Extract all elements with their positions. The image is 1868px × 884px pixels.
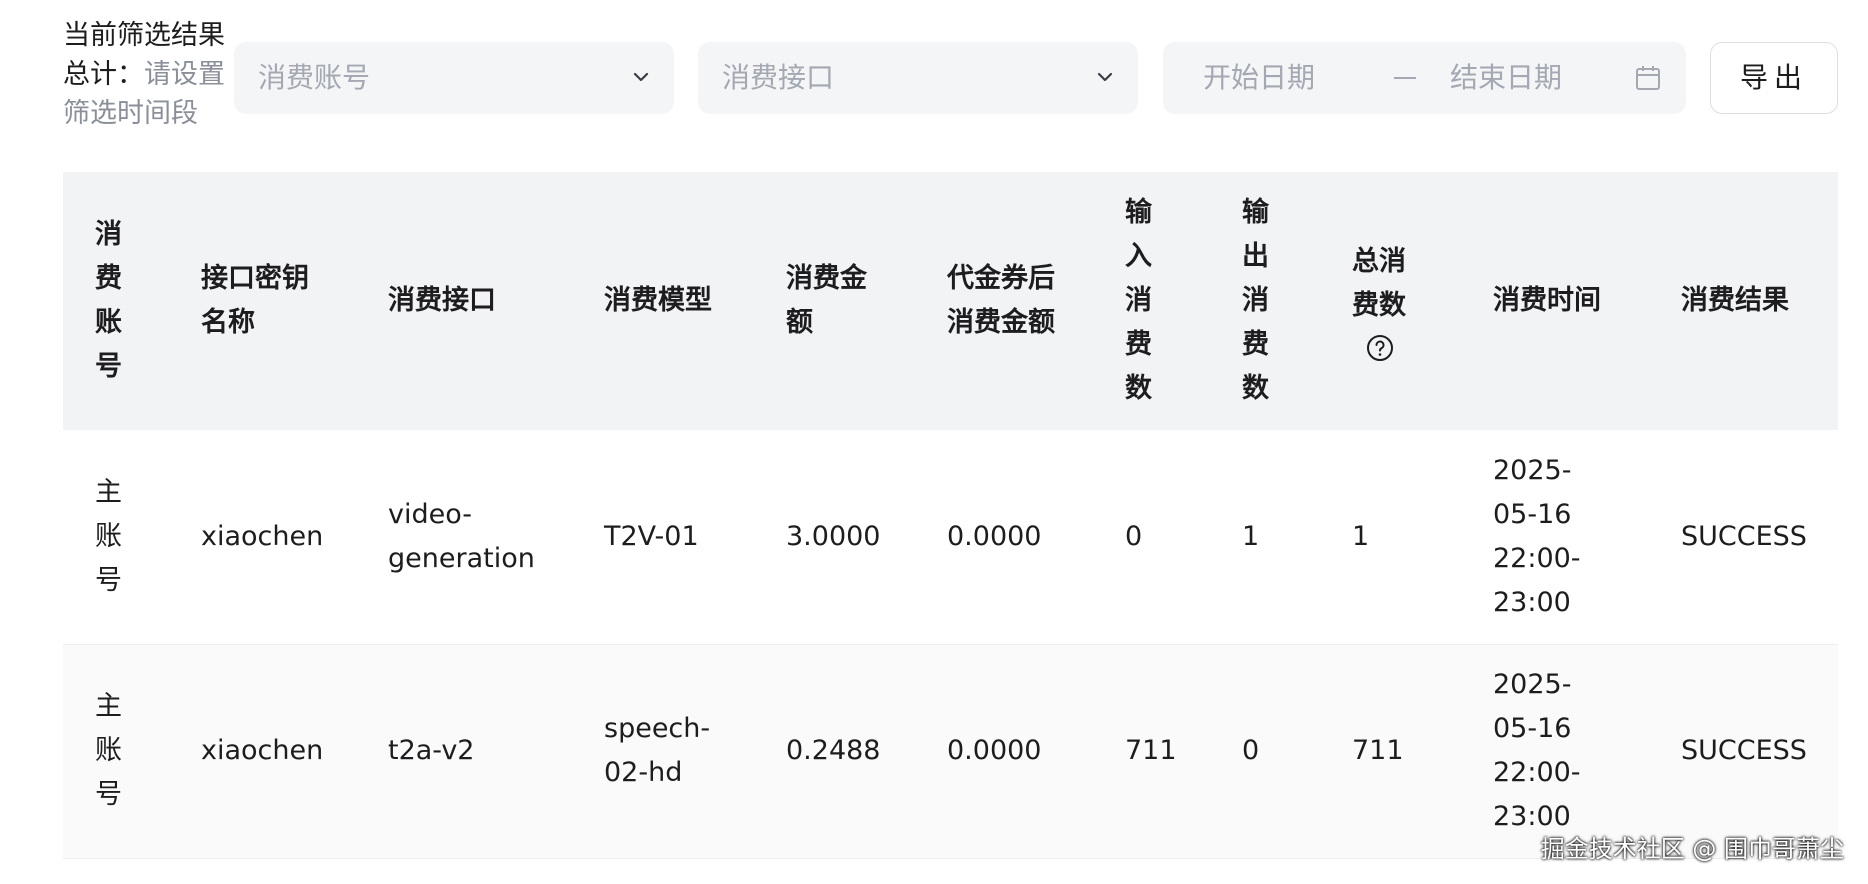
header-text: 消费账号 — [95, 219, 122, 382]
filter-summary: 当前筛选结果 总计：请设置 筛选时间段 — [63, 16, 241, 133]
api-select-placeholder: 消费接口 — [722, 61, 835, 94]
total-label: 总计： — [63, 59, 144, 90]
cell-input-count: 711 — [1093, 644, 1210, 859]
header-text: 代金券后 消费金额 — [947, 263, 1055, 338]
chevron-down-icon — [1097, 72, 1113, 82]
cell-key-name: xiaochen — [169, 644, 356, 859]
cell-total-count: 711 — [1320, 644, 1461, 859]
cell-key-name: xiaochen — [169, 430, 356, 645]
cell-account: 主账号 — [63, 644, 169, 859]
col-amount: 消费金额 — [754, 172, 915, 430]
col-input-count: 输入消费数 — [1093, 172, 1210, 430]
table-header-row: 消费账号 接口密钥 名称 消费接口 消费模型 消费金额 代金券后 消费金额 输入消费… — [63, 172, 1838, 430]
cell-voucher-amount: 0.0000 — [915, 430, 1093, 645]
filter-summary-title: 当前筛选结果 — [63, 20, 225, 51]
header-text: 输出消费数 — [1242, 197, 1269, 404]
cell-time: 2025- 05-16 22:00- 23:00 — [1461, 430, 1649, 645]
account-select-placeholder: 消费账号 — [258, 61, 371, 94]
header-text: 输入消费数 — [1125, 197, 1152, 404]
col-api: 消费接口 — [356, 172, 572, 430]
question-circle-icon[interactable] — [1366, 334, 1394, 362]
col-result: 消费结果 — [1649, 172, 1838, 430]
header-text: 消费金额 — [786, 263, 867, 338]
cell-account: 主账号 — [63, 430, 169, 645]
filter-summary-total: 总计：请设置 — [63, 55, 241, 94]
total-placeholder: 请设置 — [144, 59, 225, 90]
cell-result: SUCCESS — [1649, 644, 1838, 859]
cell-api: t2a-v2 — [356, 644, 572, 859]
col-time: 消费时间 — [1461, 172, 1649, 430]
cell-model: speech- 02-hd — [572, 644, 754, 859]
cell-output-count: 0 — [1210, 644, 1320, 859]
table-row: 主账号 xiaochen video-generation T2V-01 3.0… — [63, 430, 1838, 645]
col-account: 消费账号 — [63, 172, 169, 430]
col-model: 消费模型 — [572, 172, 754, 430]
chevron-down-icon — [633, 72, 649, 82]
cell-amount: 0.2488 — [754, 644, 915, 859]
cell-output-count: 1 — [1210, 430, 1320, 645]
account-select[interactable]: 消费账号 — [234, 42, 674, 114]
start-date-input[interactable]: 开始日期 — [1203, 42, 1315, 114]
cell-result: SUCCESS — [1649, 430, 1838, 645]
header-text: 消费模型 — [604, 285, 712, 316]
cell-amount: 3.0000 — [754, 430, 915, 645]
col-total-count: 总消 费数 — [1320, 172, 1461, 430]
export-button[interactable]: 导出 — [1710, 42, 1838, 114]
cell-model: T2V-01 — [572, 430, 754, 645]
table-row: 主账号 xiaochen t2a-v2 speech- 02-hd 0.2488 … — [63, 644, 1838, 859]
header-text: 总消 费数 — [1352, 246, 1406, 321]
header-text: 消费接口 — [388, 285, 496, 316]
header-text: 消费结果 — [1681, 285, 1789, 316]
date-range-separator — [1394, 77, 1416, 79]
calendar-icon — [1636, 66, 1660, 90]
cell-voucher-amount: 0.0000 — [915, 644, 1093, 859]
watermark: 掘金技术社区 @ 围巾哥萧尘 — [1540, 835, 1844, 863]
header-text: 消费时间 — [1493, 285, 1601, 316]
date-range-picker[interactable]: 开始日期 结束日期 — [1163, 42, 1686, 114]
total-placeholder-line2: 筛选时间段 — [63, 98, 198, 129]
consumption-table: 消费账号 接口密钥 名称 消费接口 消费模型 消费金额 代金券后 消费金额 输入消费… — [63, 172, 1838, 859]
col-output-count: 输出消费数 — [1210, 172, 1320, 430]
cell-time: 2025- 05-16 22:00- 23:00 — [1461, 644, 1649, 859]
end-date-input[interactable]: 结束日期 — [1450, 42, 1562, 114]
cell-total-count: 1 — [1320, 430, 1461, 645]
col-voucher-amount: 代金券后 消费金额 — [915, 172, 1093, 430]
header-text: 接口密钥 名称 — [201, 263, 309, 338]
col-key-name: 接口密钥 名称 — [169, 172, 356, 430]
cell-input-count: 0 — [1093, 430, 1210, 645]
api-select[interactable]: 消费接口 — [698, 42, 1138, 114]
cell-api: video-generation — [356, 430, 572, 645]
